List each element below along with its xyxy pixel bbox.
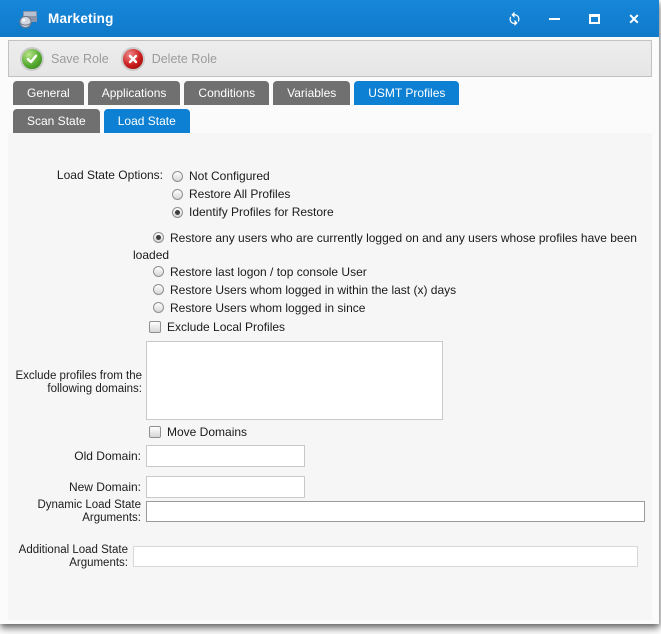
load-state-panel: Load State Options: Not Configured Resto… <box>8 133 652 620</box>
tab-applications[interactable]: Applications <box>88 81 181 105</box>
maximize-icon[interactable] <box>585 10 603 28</box>
tab-variables[interactable]: Variables <box>273 81 350 105</box>
exclude-domains-label: Exclude profiles from the following doma… <box>8 370 142 396</box>
radio-row-restore-logged-on: Restore any users who are currently logg… <box>133 230 650 264</box>
tab-general-label: General <box>27 86 70 100</box>
move-domains-checkbox[interactable] <box>149 426 161 438</box>
dynamic-load-state-arguments-input[interactable] <box>146 501 645 522</box>
sub-tab-bar: Scan State Load State <box>13 109 190 133</box>
exclude-local-profiles-label: Exclude Local Profiles <box>167 320 285 334</box>
restore-last-logon-label: Restore last logon / top console User <box>170 265 367 279</box>
new-domain-label: New Domain: <box>20 481 141 494</box>
save-role-button[interactable]: Save Role <box>18 45 119 73</box>
restore-all-profiles-radio[interactable] <box>172 189 183 200</box>
save-check-icon <box>20 47 44 71</box>
new-domain-input[interactable] <box>146 476 305 498</box>
tab-general[interactable]: General <box>13 81 84 105</box>
exclude-local-profiles-row: Exclude Local Profiles <box>149 320 285 334</box>
refresh-icon[interactable] <box>505 10 523 28</box>
save-role-label: Save Role <box>51 52 109 66</box>
minimize-icon[interactable] <box>545 10 563 28</box>
restore-logged-on-users-radio[interactable] <box>153 232 164 243</box>
restore-all-profiles-label: Restore All Profiles <box>189 187 290 201</box>
tab-load-state[interactable]: Load State <box>104 109 190 133</box>
tab-usmt-profiles-label: USMT Profiles <box>368 86 445 100</box>
dynamic-load-state-arguments-label: Dynamic Load State Arguments: <box>29 499 141 525</box>
window-title: Marketing <box>48 11 114 26</box>
delete-x-icon <box>121 47 145 71</box>
exclude-domains-textarea[interactable] <box>146 341 443 420</box>
radio-row-restore-last-x-days: Restore Users whom logged in within the … <box>133 282 650 299</box>
restore-logged-on-users-label: Restore any users who are currently logg… <box>133 231 637 262</box>
move-domains-row: Move Domains <box>149 425 247 439</box>
restore-since-label: Restore Users whom logged in since <box>170 301 365 315</box>
identify-profiles-radio[interactable] <box>172 207 183 218</box>
tab-scan-state[interactable]: Scan State <box>13 109 100 133</box>
restore-last-logon-radio[interactable] <box>153 266 164 277</box>
old-domain-label: Old Domain: <box>20 450 141 463</box>
additional-load-state-arguments-label: Additional Load State Arguments: <box>10 544 128 570</box>
close-icon[interactable]: ✕ <box>625 10 643 28</box>
radio-row-not-configured: Not Configured <box>172 169 270 183</box>
tab-scan-state-label: Scan State <box>27 114 86 128</box>
radio-row-restore-since: Restore Users whom logged in since <box>133 300 650 317</box>
tab-conditions-label: Conditions <box>198 86 255 100</box>
move-domains-label: Move Domains <box>167 425 247 439</box>
not-configured-radio[interactable] <box>172 171 183 182</box>
restore-last-x-days-radio[interactable] <box>153 284 164 295</box>
tab-conditions[interactable]: Conditions <box>184 81 269 105</box>
radio-row-restore-last-logon: Restore last logon / top console User <box>133 264 650 281</box>
not-configured-label: Not Configured <box>189 169 270 183</box>
title-bar: Marketing ✕ <box>0 0 659 37</box>
tab-applications-label: Applications <box>102 86 167 100</box>
window-controls: ✕ <box>505 10 643 28</box>
tab-usmt-profiles[interactable]: USMT Profiles <box>354 81 459 105</box>
screen: Marketing ✕ Save Role <box>0 0 661 634</box>
delete-role-label: Delete Role <box>152 52 217 66</box>
restore-last-x-days-label: Restore Users whom logged in within the … <box>170 283 456 297</box>
delete-role-button[interactable]: Delete Role <box>119 45 227 73</box>
radio-row-restore-all: Restore All Profiles <box>172 187 290 201</box>
tab-variables-label: Variables <box>287 86 336 100</box>
identify-profiles-label: Identify Profiles for Restore <box>189 205 334 219</box>
app-icon <box>18 9 39 29</box>
marketing-window: Marketing ✕ Save Role <box>0 0 659 624</box>
main-tab-bar: General Applications Conditions Variable… <box>13 81 459 105</box>
exclude-local-profiles-checkbox[interactable] <box>149 321 161 333</box>
radio-row-identify-profiles: Identify Profiles for Restore <box>172 205 334 219</box>
restore-since-radio[interactable] <box>153 302 164 313</box>
old-domain-input[interactable] <box>146 445 305 467</box>
load-state-options-label: Load State Options: <box>20 169 163 182</box>
additional-load-state-arguments-input[interactable] <box>133 546 638 567</box>
tab-load-state-label: Load State <box>118 114 176 128</box>
toolbar: Save Role Delete Role <box>8 40 652 77</box>
